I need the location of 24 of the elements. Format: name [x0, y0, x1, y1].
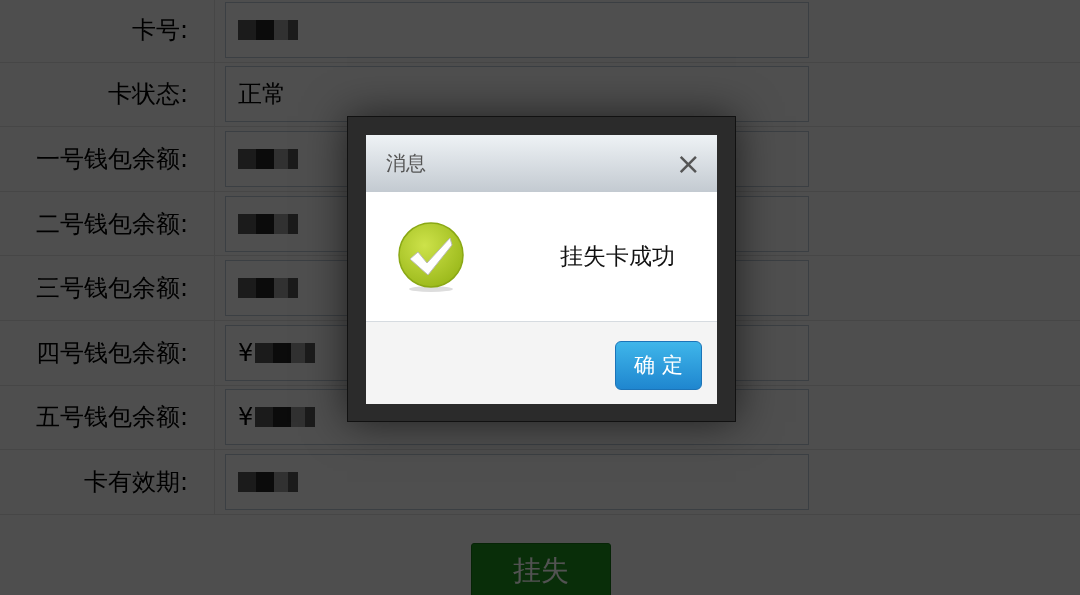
redacted-block — [238, 278, 298, 299]
checkmark-icon — [396, 220, 466, 293]
field-label: 四号钱包余额: — [35, 337, 188, 369]
field-label: 五号钱包余额: — [35, 402, 188, 434]
redacted-block — [255, 342, 316, 363]
redacted-block — [238, 19, 298, 40]
field-label: 卡有效期: — [83, 466, 188, 498]
input-field[interactable] — [225, 1, 809, 58]
report-loss-button[interactable]: 挂失 — [471, 542, 611, 595]
field-label: 一号钱包余额: — [35, 144, 188, 175]
redacted-block — [238, 149, 298, 169]
close-button[interactable]: × — [675, 148, 701, 179]
dialog-title: 消息 — [386, 150, 426, 177]
field-label: 二号钱包余额: — [35, 208, 188, 240]
dialog-message: 挂失卡成功 — [560, 242, 675, 271]
confirm-button[interactable]: 确 定 — [615, 340, 702, 390]
input-field[interactable]: 正常 — [225, 66, 809, 123]
field-label: 卡号: — [131, 14, 188, 46]
redacted-block — [238, 213, 298, 234]
field-label: 卡状态: — [107, 79, 188, 111]
redacted-block — [255, 407, 316, 428]
redacted-block — [238, 471, 298, 492]
field-label: 三号钱包余额: — [35, 273, 188, 305]
input-field[interactable] — [225, 453, 809, 510]
